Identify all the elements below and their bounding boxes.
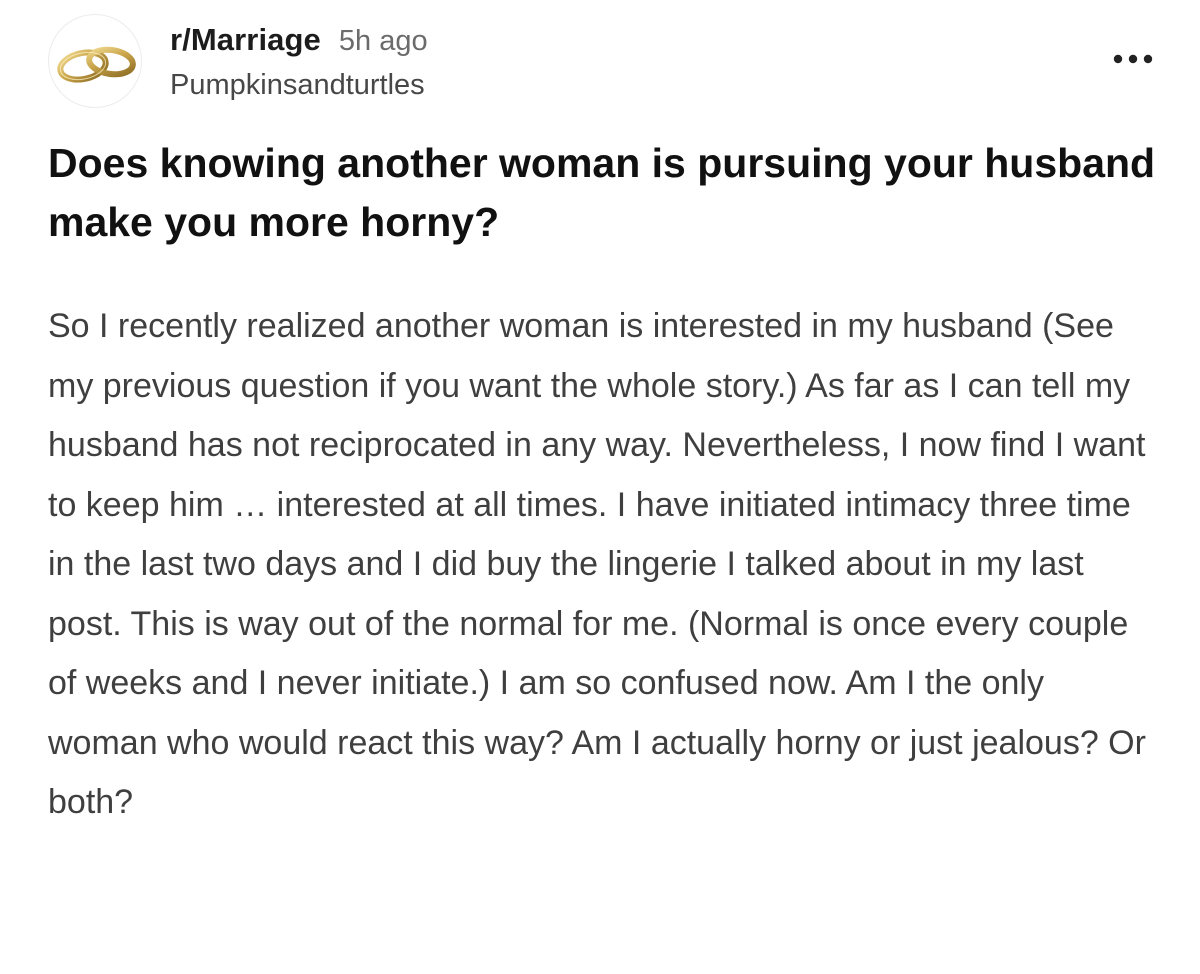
subreddit-avatar[interactable] [48,14,142,108]
post-title[interactable]: Does knowing another woman is pursuing y… [48,134,1158,252]
author-username[interactable]: Pumpkinsandturtles [170,69,425,102]
post-card: r/Marriage 5h ago Pumpkinsandturtles Does… [0,0,1200,974]
post-timestamp: 5h ago [338,25,428,57]
more-options-icon [1113,54,1153,64]
subreddit-link[interactable]: r/Marriage [170,22,321,57]
post-meta: r/Marriage 5h ago [170,22,428,58]
more-options-button[interactable] [1110,44,1156,74]
post-body: So I recently realized another woman is … [48,307,1146,821]
post-header: r/Marriage 5h ago Pumpkinsandturtles [48,14,1158,110]
wedding-rings-icon [57,46,136,83]
